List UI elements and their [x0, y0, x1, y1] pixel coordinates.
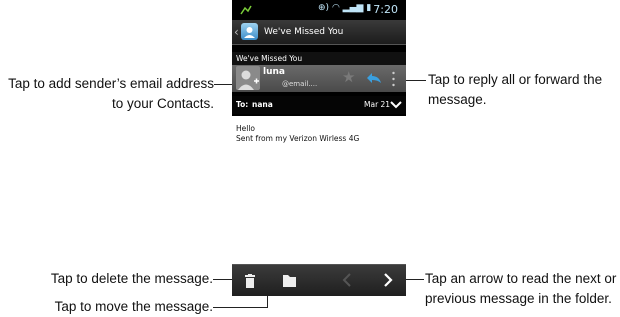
status-time: 7:20 — [373, 3, 398, 16]
sender-email: @email.... — [282, 80, 318, 88]
callout-move: Tap to move the message. — [0, 297, 213, 317]
back-chevron-icon[interactable]: ‹ — [234, 25, 239, 39]
notification-icon — [240, 5, 252, 15]
wifi-icon: ◠ — [331, 3, 340, 13]
message-body: Hello Sent from my Verizon Wirless 4G — [232, 116, 406, 264]
subject-bar: We've Missed You — [232, 52, 406, 65]
callout-arrow: Tap an arrow to read the next or previou… — [425, 269, 620, 309]
bottom-action-bar — [232, 264, 406, 296]
callout-reply-line2: message. — [428, 92, 487, 107]
email-app-icon[interactable] — [241, 23, 258, 40]
overflow-menu-icon[interactable] — [392, 71, 395, 87]
status-bar: ⊕) ◠ ▂▄▆ ▮ 7:20 — [232, 0, 406, 20]
to-label: To: — [236, 100, 249, 109]
callout-arrow-line2: previous message in the folder. — [425, 291, 612, 306]
body-line-2: Sent from my Verizon Wirless 4G — [236, 134, 360, 143]
callout-delete-text: Tap to delete the message. — [50, 271, 213, 286]
vibrate-icon: ⊕) — [318, 3, 330, 13]
chevron-right-icon[interactable] — [383, 272, 393, 293]
callout-delete: Tap to delete the message. — [0, 269, 213, 289]
reply-icon[interactable] — [366, 71, 382, 89]
callout-arrow-line1: Tap an arrow to read the next or — [425, 271, 617, 286]
contact-plus-icon — [238, 70, 259, 90]
chevron-down-icon[interactable] — [390, 100, 402, 111]
to-name: nana — [252, 100, 273, 109]
phone-screen: ⊕) ◠ ▂▄▆ ▮ 7:20 ‹ We've Missed You We've… — [232, 0, 406, 296]
callout-reply-line1: Tap to reply all or forward the — [428, 72, 603, 87]
sender-row: luna @email.... ★ — [232, 65, 406, 92]
subject-text: We've Missed You — [236, 54, 303, 63]
leader-move — [213, 307, 267, 308]
title-text: We've Missed You — [264, 27, 344, 37]
callout-reply: Tap to reply all or forward the message. — [428, 70, 618, 110]
star-icon[interactable]: ★ — [342, 68, 355, 86]
title-bar[interactable]: ‹ We've Missed You — [232, 20, 406, 45]
callout-add-sender-line1: Tap to add sender’s email address — [8, 76, 214, 91]
chevron-left-icon[interactable] — [342, 272, 352, 293]
status-icons: ⊕) ◠ ▂▄▆ ▮ — [318, 3, 371, 13]
callout-add-sender-line2: to your Contacts. — [111, 96, 214, 111]
callout-move-text: Tap to move the message. — [54, 299, 213, 314]
email-date: Mar 21 — [364, 100, 391, 109]
battery-icon: ▮ — [366, 3, 372, 13]
recipient-row[interactable]: To: nana Mar 21 — [232, 96, 406, 114]
sender-name: luna — [263, 67, 285, 77]
callout-add-sender: Tap to add sender’s email address to you… — [0, 74, 214, 114]
body-line-1: Hello — [236, 124, 256, 133]
folder-icon[interactable] — [283, 274, 296, 292]
trash-icon[interactable] — [244, 274, 256, 293]
add-contact-avatar[interactable] — [236, 66, 260, 90]
signal-icon: ▂▄▆ — [342, 3, 364, 13]
